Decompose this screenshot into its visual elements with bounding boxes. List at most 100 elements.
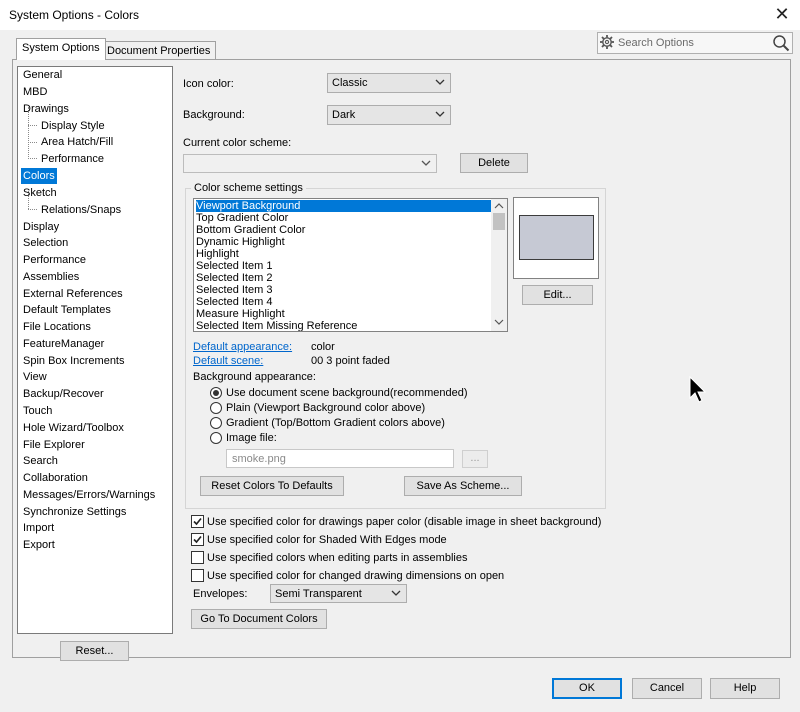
scrollbar-thumb[interactable] xyxy=(493,213,505,230)
tree-item-mbd[interactable]: MBD xyxy=(21,84,49,100)
checkbox-changed-dimensions[interactable] xyxy=(191,569,204,582)
list-item[interactable]: Highlight xyxy=(196,248,491,260)
save-as-scheme-button[interactable]: Save As Scheme... xyxy=(404,476,522,496)
radio-document-scene[interactable] xyxy=(210,387,222,399)
ok-button[interactable]: OK xyxy=(552,678,622,699)
options-tree[interactable]: General MBD Drawings Display Style Area … xyxy=(17,66,173,634)
list-item[interactable]: Selected Item 3 xyxy=(196,284,491,296)
checkbox-paper-color[interactable] xyxy=(191,515,204,528)
list-item[interactable]: Top Gradient Color xyxy=(196,212,491,224)
tree-item-drawings[interactable]: Drawings xyxy=(21,101,71,117)
radio-plain-label[interactable]: Plain (Viewport Background color above) xyxy=(226,402,425,414)
current-scheme-label: Current color scheme: xyxy=(183,137,292,149)
chevron-down-icon xyxy=(421,160,431,166)
radio-gradient-label[interactable]: Gradient (Top/Bottom Gradient colors abo… xyxy=(226,417,445,429)
background-appearance-label: Background appearance: xyxy=(193,371,316,383)
color-scheme-list[interactable]: Viewport Background Top Gradient Color B… xyxy=(193,198,508,332)
chevron-up-icon[interactable] xyxy=(494,202,504,209)
tree-item-export[interactable]: Export xyxy=(21,537,57,553)
default-appearance-value: color xyxy=(311,341,335,353)
tree-item-performance[interactable]: Performance xyxy=(21,252,88,268)
tree-item-display[interactable]: Display xyxy=(21,219,61,235)
image-file-value: smoke.png xyxy=(232,453,286,465)
reset-button[interactable]: Reset... xyxy=(60,641,129,661)
list-item[interactable]: Selected Item 1 xyxy=(196,260,491,272)
list-item[interactable]: Selected Item 4 xyxy=(196,296,491,308)
tree-item-colors[interactable]: Colors xyxy=(21,168,57,184)
tree-item-file-locations[interactable]: File Locations xyxy=(21,319,93,335)
tab-system-options[interactable]: System Options xyxy=(16,38,106,60)
list-scrollbar[interactable] xyxy=(491,199,507,331)
help-button[interactable]: Help xyxy=(710,678,780,699)
envelopes-select[interactable]: Semi Transparent xyxy=(270,584,407,603)
tree-item-featuremanager[interactable]: FeatureManager xyxy=(21,336,106,352)
tree-item-assemblies[interactable]: Assemblies xyxy=(21,269,81,285)
search-icon[interactable] xyxy=(772,34,790,52)
checkbox-editing-parts-label[interactable]: Use specified colors when editing parts … xyxy=(207,552,467,564)
window-title: System Options - Colors xyxy=(9,8,140,22)
default-appearance-link[interactable]: Default appearance: xyxy=(193,341,292,353)
tree-item-hole-wizard-toolbox[interactable]: Hole Wizard/Toolbox xyxy=(21,420,126,436)
list-item[interactable]: Selected Item Missing Reference xyxy=(196,320,491,331)
list-item[interactable]: Dynamic Highlight xyxy=(196,236,491,248)
mouse-cursor-icon xyxy=(689,376,707,403)
default-scene-link[interactable]: Default scene: xyxy=(193,355,263,367)
chevron-down-icon xyxy=(435,79,445,85)
gear-icon[interactable] xyxy=(599,34,615,50)
tree-item-display-style[interactable]: Display Style xyxy=(39,118,107,134)
checkbox-paper-color-label[interactable]: Use specified color for drawings paper c… xyxy=(207,516,601,528)
tree-item-drawings-performance[interactable]: Performance xyxy=(39,151,106,167)
go-to-document-colors-button[interactable]: Go To Document Colors xyxy=(191,609,327,629)
checkbox-changed-dimensions-label[interactable]: Use specified color for changed drawing … xyxy=(207,570,504,582)
tree-item-view[interactable]: View xyxy=(21,369,49,385)
tab-document-properties[interactable]: Document Properties xyxy=(101,41,217,61)
tree-item-import[interactable]: Import xyxy=(21,520,56,536)
list-item[interactable]: Viewport Background xyxy=(196,200,491,212)
tree-item-area-hatch-fill[interactable]: Area Hatch/Fill xyxy=(39,134,115,150)
close-icon[interactable]: ✕ xyxy=(770,3,794,27)
list-item[interactable]: Bottom Gradient Color xyxy=(196,224,491,236)
image-file-field[interactable]: smoke.png xyxy=(226,449,454,468)
current-scheme-select[interactable] xyxy=(183,154,437,173)
list-item[interactable]: Measure Highlight xyxy=(196,308,491,320)
browse-button[interactable]: ... xyxy=(462,450,488,468)
search-placeholder: Search Options xyxy=(618,37,694,49)
tree-item-messages-errors-warnings[interactable]: Messages/Errors/Warnings xyxy=(21,487,157,503)
tree-item-backup-recover[interactable]: Backup/Recover xyxy=(21,386,106,402)
radio-plain[interactable] xyxy=(210,402,222,414)
search-input[interactable]: Search Options xyxy=(597,32,793,54)
chevron-down-icon[interactable] xyxy=(494,319,504,326)
checkbox-editing-parts[interactable] xyxy=(191,551,204,564)
tree-item-synchronize-settings[interactable]: Synchronize Settings xyxy=(21,504,128,520)
tree-item-default-templates[interactable]: Default Templates xyxy=(21,302,113,318)
tree-item-selection[interactable]: Selection xyxy=(21,235,70,251)
tree-item-sketch[interactable]: Sketch xyxy=(21,185,59,201)
radio-image-file-label[interactable]: Image file: xyxy=(226,432,277,444)
edit-button[interactable]: Edit... xyxy=(522,285,593,305)
delete-button[interactable]: Delete xyxy=(460,153,528,173)
background-select[interactable]: Dark xyxy=(327,105,451,125)
icon-color-value: Classic xyxy=(332,77,368,89)
radio-image-file[interactable] xyxy=(210,432,222,444)
tree-item-collaboration[interactable]: Collaboration xyxy=(21,470,90,486)
background-label: Background: xyxy=(183,109,245,121)
radio-document-scene-label[interactable]: Use document scene background(recommende… xyxy=(226,387,468,399)
tree-item-external-references[interactable]: External References xyxy=(21,286,125,302)
checkbox-shaded-edges[interactable] xyxy=(191,533,204,546)
radio-gradient[interactable] xyxy=(210,417,222,429)
background-value: Dark xyxy=(332,109,356,121)
tree-item-spin-box-increments[interactable]: Spin Box Increments xyxy=(21,353,127,369)
icon-color-label: Icon color: xyxy=(183,78,234,90)
tree-item-relations-snaps[interactable]: Relations/Snaps xyxy=(39,202,123,218)
tree-item-general[interactable]: General xyxy=(21,67,64,83)
tree-item-touch[interactable]: Touch xyxy=(21,403,54,419)
reset-colors-button[interactable]: Reset Colors To Defaults xyxy=(200,476,344,496)
tree-item-file-explorer[interactable]: File Explorer xyxy=(21,437,87,453)
checkbox-shaded-edges-label[interactable]: Use specified color for Shaded With Edge… xyxy=(207,534,447,546)
icon-color-select[interactable]: Classic xyxy=(327,73,451,93)
list-item[interactable]: Selected Item 2 xyxy=(196,272,491,284)
checkmark-icon xyxy=(193,535,202,544)
cancel-button[interactable]: Cancel xyxy=(632,678,702,699)
tree-item-search[interactable]: Search xyxy=(21,453,60,469)
chevron-down-icon xyxy=(391,590,401,596)
